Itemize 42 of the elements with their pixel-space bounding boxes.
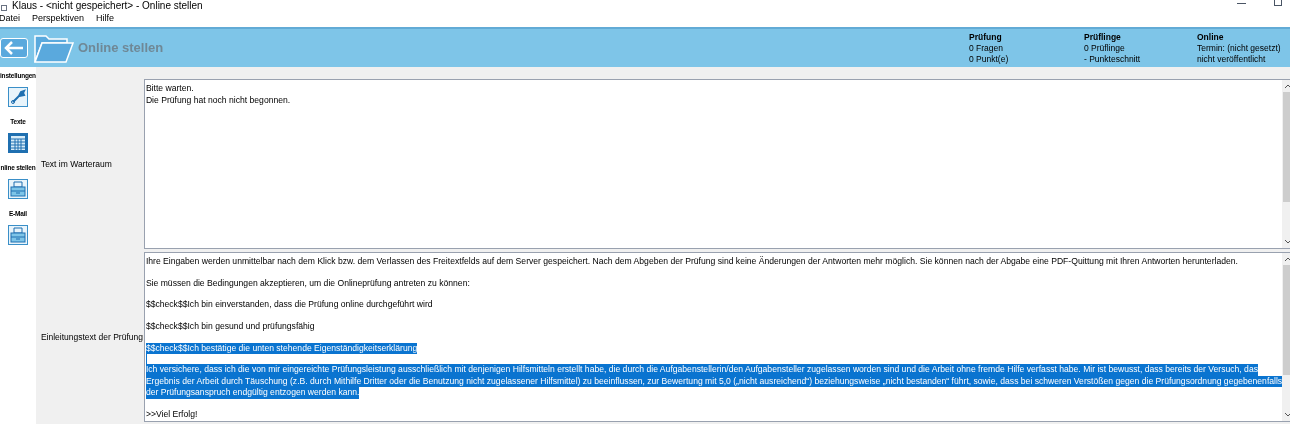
info-text: 0 Prüflinge — [1084, 42, 1126, 54]
paragraph-line: Ihre Eingaben werden unmittelbar nach dem Klick bzw. dem Verlassen des Freitextfelds auf dem Server gespeichert. Nach dem Abgeben der Prüfung sind keine Änderungen der Antworten mehr möglich. Sie können nach der Abgabe eine PDF-Quittung mit Ihren Antworten herunterladen. — [145, 256, 1238, 268]
scroll-up-icon[interactable] — [1283, 256, 1290, 262]
paragraph-line: Die Prüfung hat noch nicht begonnen. — [145, 94, 291, 106]
page-title: Online stellen — [78, 39, 164, 58]
folder-icon — [34, 33, 74, 63]
menu-item[interactable]: Datei — [0, 12, 21, 26]
paragraph-line: $$check$$Ich bin gesund und prüfungsfähig — [145, 321, 315, 333]
cabinet-icon[interactable] — [7, 225, 28, 245]
field-label: Text im Warteraum — [40, 157, 112, 171]
window-title: Klaus - <nicht gespeichert> - Online stellen — [12, 0, 203, 11]
paragraph-line: Sie müssen die Bedingungen akzeptieren, um die Onlineprüfung antreten zu können: — [145, 277, 470, 290]
info-text: Termin: (nicht gesetzt) — [1197, 42, 1282, 54]
info-text: - Punkteschnitt — [1084, 53, 1142, 65]
menu-item[interactable]: Perspektiven — [31, 12, 86, 26]
table-icon[interactable] — [7, 133, 28, 153]
scroll-down-icon[interactable] — [1283, 239, 1290, 245]
app-icon — [1, 5, 7, 11]
text-area[interactable]: Bitte warten. Die Prüfung hat noch nicht begonnen. — [143, 79, 1290, 249]
paragraph-line: Bitte warten. — [145, 83, 194, 95]
paragraph-line: $$check$$Ich bin einverstanden, dass die Prüfung online durchgeführt wird — [145, 299, 433, 311]
text-area[interactable] — [143, 252, 1290, 422]
scroll-thumb[interactable] — [1283, 92, 1290, 202]
info-heading: Prüfung — [969, 31, 1003, 43]
scroll-thumb[interactable] — [1283, 265, 1290, 375]
wrench-icon[interactable] — [7, 87, 28, 107]
scroll-up-icon[interactable] — [1283, 83, 1290, 89]
info-heading: Online — [1197, 31, 1225, 43]
info-text: nicht veröffentlicht — [1197, 53, 1267, 65]
restore-icon[interactable] — [1274, 0, 1282, 6]
info-heading: Prüflinge — [1084, 31, 1122, 43]
paragraph-line: >>Viel Erfolg! — [145, 409, 198, 421]
info-text: 0 Punkt(e) — [969, 53, 1010, 65]
scrollbar[interactable] — [1282, 253, 1290, 421]
info-text: 0 Fragen — [969, 42, 1005, 54]
cabinet-icon[interactable] — [7, 179, 28, 199]
scrollbar[interactable] — [1282, 80, 1290, 248]
menu-item[interactable]: Hilfe — [95, 12, 116, 26]
arrow-left-icon — [4, 41, 24, 55]
back-button[interactable] — [0, 38, 28, 58]
field-label: Einleitungstext der Prüfung — [40, 330, 143, 344]
scroll-down-icon[interactable] — [1283, 412, 1290, 418]
